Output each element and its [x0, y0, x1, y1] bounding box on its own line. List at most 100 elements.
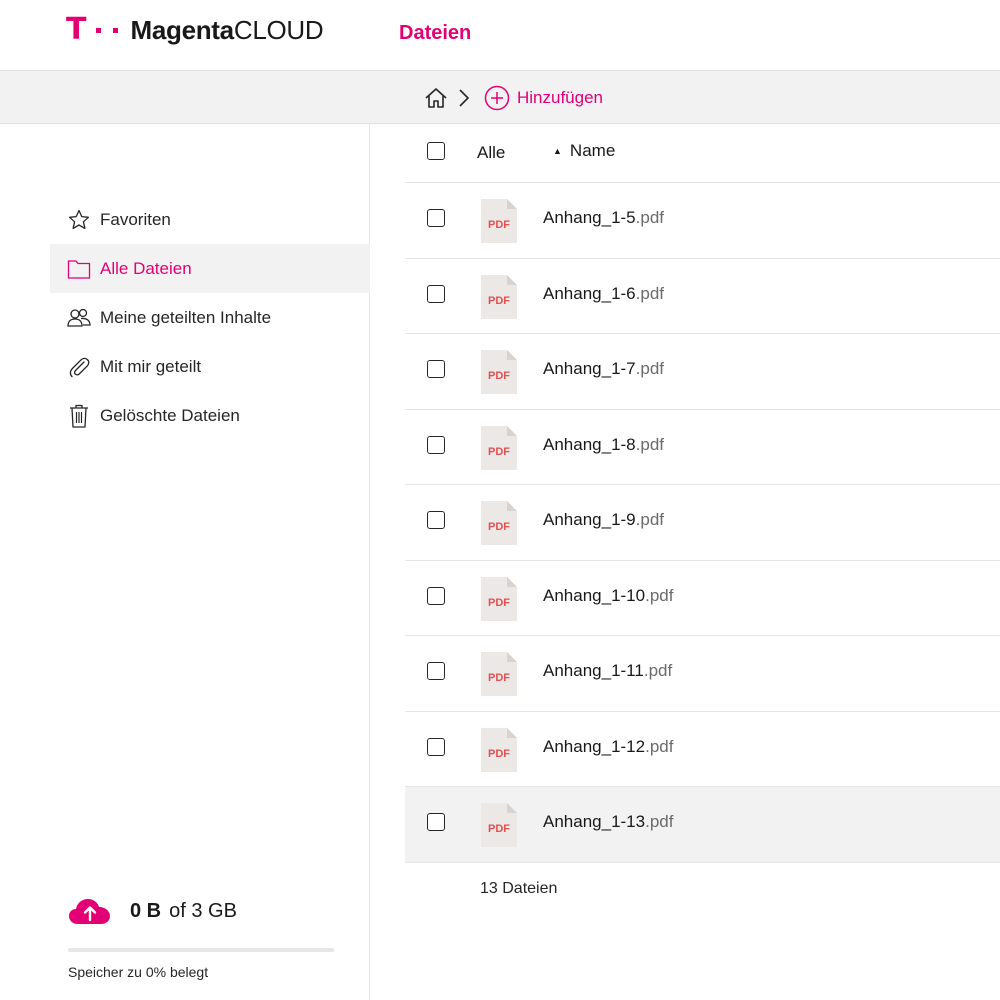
- row-checkbox[interactable]: [427, 662, 445, 680]
- storage-panel: 0 B of 3 GB Speicher zu 0% belegt: [68, 896, 338, 980]
- shared-users-icon: [66, 305, 92, 331]
- file-list: Alle ▲ Name PDF Anhang_1-5.pdf PDF Anhang_1…: [405, 124, 1000, 863]
- file-base-name: Anhang_1-7: [543, 359, 636, 378]
- pdf-type-label: PDF: [488, 295, 510, 307]
- file-extension: .pdf: [643, 661, 673, 680]
- pdf-type-label: PDF: [488, 672, 510, 684]
- table-row[interactable]: PDF Anhang_1-10.pdf: [405, 561, 1000, 636]
- file-extension: .pdf: [635, 434, 664, 454]
- table-row[interactable]: PDF Anhang_1-7.pdf: [405, 334, 1000, 410]
- file-extension: .pdf: [645, 736, 674, 756]
- select-all-checkbox[interactable]: [427, 142, 445, 160]
- file-name[interactable]: Anhang_1-5.pdf: [543, 208, 664, 228]
- table-row[interactable]: PDF Anhang_1-6.pdf: [405, 259, 1000, 334]
- table-row[interactable]: PDF Anhang_1-8.pdf: [405, 410, 1000, 485]
- file-count: 13 Dateien: [480, 880, 558, 897]
- file-extension: .pdf: [645, 812, 674, 831]
- sort-label: Name: [569, 141, 616, 160]
- sidebar-item-meine-geteilten-inhalte[interactable]: Meine geteilten Inhalte: [50, 293, 370, 342]
- pdf-file-icon: PDF: [481, 652, 517, 696]
- file-name[interactable]: Anhang_1-9.pdf: [543, 510, 664, 530]
- pdf-file-icon: PDF: [481, 576, 517, 621]
- file-base-name: Anhang_1-10: [543, 585, 646, 605]
- file-name[interactable]: Anhang_1-11.pdf: [543, 661, 672, 681]
- plus-circle-icon: [484, 85, 510, 111]
- top-bar: T MagentaCLOUD Dateien: [0, 0, 1000, 70]
- star-icon: [66, 207, 92, 233]
- cloud-upload-icon: [69, 899, 110, 924]
- table-row[interactable]: PDF Anhang_1-13.pdf: [405, 787, 1000, 863]
- home-icon[interactable]: [423, 85, 449, 111]
- file-extension: .pdf: [635, 283, 664, 303]
- row-checkbox[interactable]: [427, 737, 445, 756]
- chevron-right-icon: [459, 89, 470, 107]
- sidebar-item-alle-dateien[interactable]: Alle Dateien: [50, 244, 370, 293]
- row-checkbox[interactable]: [427, 813, 445, 831]
- select-all-label: Alle: [477, 143, 506, 162]
- row-checkbox[interactable]: [427, 284, 445, 303]
- file-base-name: Anhang_1-6: [543, 283, 636, 303]
- sidebar-item-label: Mit mir geteilt: [100, 356, 202, 376]
- pdf-file-icon: PDF: [481, 274, 517, 319]
- pdf-file-icon: PDF: [481, 803, 517, 847]
- file-base-name: Anhang_1-5: [543, 208, 636, 227]
- magentacloud-logo[interactable]: T MagentaCLOUD: [66, 12, 324, 48]
- file-base-name: Anhang_1-8: [543, 434, 636, 454]
- file-name[interactable]: Anhang_1-7.pdf: [543, 359, 664, 379]
- file-extension: .pdf: [635, 208, 664, 227]
- sidebar: Favoriten Alle Dateien Meine geteilten I…: [0, 124, 370, 1000]
- pdf-file-icon: PDF: [481, 501, 517, 545]
- pdf-file-icon: PDF: [481, 199, 517, 243]
- logo-dots: [96, 27, 119, 33]
- storage-progress-bar: [68, 948, 334, 952]
- row-checkbox[interactable]: [427, 209, 445, 227]
- add-button[interactable]: Hinzufügen: [484, 84, 603, 112]
- file-name[interactable]: Anhang_1-8.pdf: [543, 435, 664, 455]
- pdf-type-label: PDF: [488, 823, 510, 835]
- file-list-header: Alle ▲ Name: [405, 124, 1000, 183]
- pdf-type-label: PDF: [488, 597, 510, 609]
- sidebar-item-label: Alle Dateien: [100, 258, 192, 278]
- storage-caption: Speicher zu 0% belegt: [68, 964, 209, 980]
- storage-used: 0 B: [130, 899, 162, 922]
- file-base-name: Anhang_1-13: [543, 812, 646, 831]
- file-base-name: Anhang_1-9: [543, 510, 636, 529]
- trash-icon: [66, 403, 92, 429]
- add-button-label: Hinzufügen: [517, 88, 604, 107]
- table-row[interactable]: PDF Anhang_1-9.pdf: [405, 485, 1000, 561]
- file-extension: .pdf: [645, 585, 674, 605]
- pdf-type-label: PDF: [488, 370, 510, 382]
- pdf-file-icon: PDF: [481, 727, 517, 772]
- table-row[interactable]: PDF Anhang_1-5.pdf: [405, 183, 1000, 259]
- sort-ascending-icon: ▲: [553, 146, 562, 156]
- table-row[interactable]: PDF Anhang_1-12.pdf: [405, 712, 1000, 787]
- file-extension: .pdf: [635, 510, 664, 529]
- file-extension: .pdf: [635, 359, 664, 378]
- sidebar-item-favoriten[interactable]: Favoriten: [50, 195, 370, 244]
- sort-by-name-button[interactable]: ▲ Name: [553, 141, 615, 161]
- row-checkbox[interactable]: [427, 360, 445, 378]
- sidebar-item-geloeschte-dateien[interactable]: Gelöschte Dateien: [50, 391, 370, 440]
- row-checkbox[interactable]: [427, 435, 445, 454]
- sidebar-item-mit-mir-geteilt[interactable]: Mit mir geteilt: [50, 342, 370, 391]
- folder-icon: [66, 256, 92, 282]
- file-name[interactable]: Anhang_1-10.pdf: [543, 586, 673, 606]
- table-row[interactable]: PDF Anhang_1-11.pdf: [405, 636, 1000, 712]
- brand-name: MagentaCLOUD: [130, 14, 324, 45]
- pdf-type-label: PDF: [488, 521, 510, 533]
- row-checkbox[interactable]: [427, 586, 445, 605]
- row-checkbox[interactable]: [427, 511, 445, 529]
- nav-dateien[interactable]: Dateien: [399, 22, 471, 45]
- pdf-file-icon: PDF: [481, 350, 517, 394]
- file-name[interactable]: Anhang_1-6.pdf: [543, 284, 664, 304]
- pdf-type-label: PDF: [488, 219, 510, 231]
- breadcrumb-bar: Hinzufügen: [0, 70, 1000, 124]
- sidebar-item-label: Gelöschte Dateien: [100, 405, 240, 425]
- file-name[interactable]: Anhang_1-13.pdf: [543, 812, 673, 832]
- sidebar-item-label: Favoriten: [100, 209, 171, 229]
- file-name[interactable]: Anhang_1-12.pdf: [543, 737, 673, 757]
- pdf-file-icon: PDF: [481, 425, 517, 470]
- telekom-t-logo: T: [66, 12, 87, 47]
- pdf-type-label: PDF: [488, 748, 510, 760]
- file-base-name: Anhang_1-11: [543, 661, 644, 680]
